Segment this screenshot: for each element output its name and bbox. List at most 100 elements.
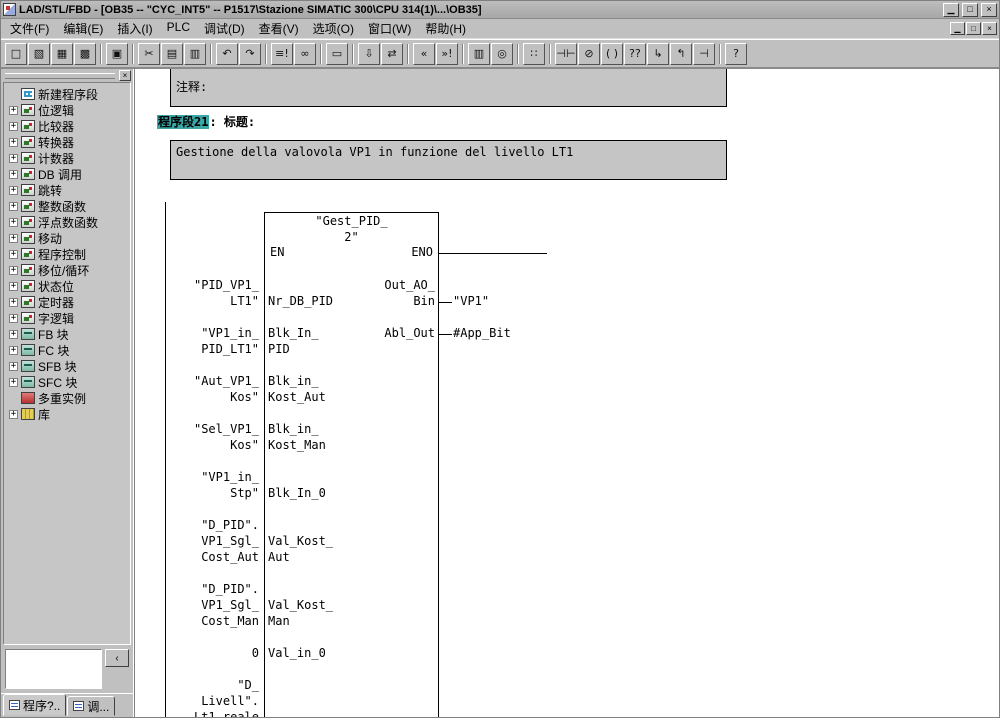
mdi-close-button[interactable]: × (982, 22, 997, 35)
catalog-item-comparator[interactable]: +比较器 (6, 118, 130, 134)
close-button[interactable]: × (981, 3, 997, 17)
expand-icon[interactable]: + (9, 330, 18, 339)
catalog-item-counter[interactable]: +计数器 (6, 150, 130, 166)
copy-button[interactable]: ▤ (161, 43, 183, 65)
mdi-minimize-button[interactable]: ▁ (950, 22, 965, 35)
save-button[interactable]: ▦ (51, 43, 73, 65)
insert-empty-box-button[interactable]: ?? (624, 43, 646, 65)
input-operand[interactable]: "PID_VP1_LT1" (165, 278, 259, 310)
open-branch-button[interactable]: ↳ (647, 43, 669, 65)
expand-icon[interactable]: + (9, 106, 18, 115)
catalog-item-multi-instance[interactable]: 多重实例 (6, 390, 130, 406)
output-operand[interactable]: "VP1" (453, 294, 489, 308)
input-operand[interactable]: "Sel_VP1_Kos" (165, 422, 259, 454)
tab-call-structure[interactable]: 调... (67, 696, 115, 716)
ob-comment-box[interactable]: 注释: (170, 69, 727, 107)
menu-编辑e[interactable]: 编辑(E) (56, 18, 110, 39)
expand-icon[interactable]: + (9, 250, 18, 259)
menu-文件f[interactable]: 文件(F) (3, 18, 56, 39)
menu-调试d[interactable]: 调试(D) (197, 18, 252, 39)
input-operand[interactable]: 0 (165, 646, 259, 662)
catalog-item-float-functions[interactable]: +浮点数函数 (6, 214, 130, 230)
redo-button[interactable]: ↷ (239, 43, 261, 65)
expand-icon[interactable]: + (9, 202, 18, 211)
expand-icon[interactable]: + (9, 138, 18, 147)
input-operand[interactable]: "D_PID".VP1_Sgl_Cost_Man (165, 582, 259, 630)
catalog-item-sfc-blocks[interactable]: +SFC 块 (6, 374, 130, 390)
input-operand[interactable]: "Aut_VP1_Kos" (165, 374, 259, 406)
print-button[interactable]: ▣ (106, 43, 128, 65)
maximize-button[interactable]: □ (962, 3, 978, 17)
zoom-button[interactable]: ◎ (491, 43, 513, 65)
overview-pane[interactable] (5, 649, 102, 689)
menu-窗口w[interactable]: 窗口(W) (361, 18, 418, 39)
catalog-item-move[interactable]: +移动 (6, 230, 130, 246)
input-operand[interactable]: "VP1_in_Stp" (165, 470, 259, 502)
expand-icon[interactable]: + (9, 282, 18, 291)
download-button[interactable]: ⇩ (358, 43, 380, 65)
input-operand[interactable]: "VP1_in_PID_LT1" (165, 326, 259, 358)
expand-icon[interactable]: + (9, 170, 18, 179)
catalog-item-jump[interactable]: +跳转 (6, 182, 130, 198)
monitor-button[interactable]: ⇄ (381, 43, 403, 65)
expand-icon[interactable]: + (9, 186, 18, 195)
menu-plc[interactable]: PLC (160, 18, 197, 39)
output-operand[interactable]: #App_Bit (453, 326, 511, 340)
mdi-restore-button[interactable]: □ (966, 22, 981, 35)
insert-contact-button[interactable]: ⊣⊢ (555, 43, 577, 65)
catalog-item-fb-blocks[interactable]: +FB 块 (6, 326, 130, 342)
fbd-editor[interactable]: 注释: 程序段21: 标题: Gestione della valovola V… (134, 69, 999, 717)
catalog-item-timers[interactable]: +定时器 (6, 294, 130, 310)
catalog-item-status-bits[interactable]: +状态位 (6, 278, 130, 294)
expand-icon[interactable]: + (9, 234, 18, 243)
menu-查看v[interactable]: 查看(V) (252, 18, 306, 39)
insert-contact-negated-button[interactable]: ⊘ (578, 43, 600, 65)
save-all-button[interactable]: ▩ (74, 43, 96, 65)
view-split-button[interactable]: ▥ (468, 43, 490, 65)
catalog-item-bit-logic[interactable]: +位逻辑 (6, 102, 130, 118)
undo-button[interactable]: ↶ (216, 43, 238, 65)
expand-icon[interactable]: + (9, 154, 18, 163)
address-overview-button[interactable]: ∷ (523, 43, 545, 65)
expand-icon[interactable]: + (9, 122, 18, 131)
tab-program-elements[interactable]: 程序?.. (3, 694, 66, 716)
catalog-item-shift-rotate[interactable]: +移位/循环 (6, 262, 130, 278)
paste-button[interactable]: ▥ (184, 43, 206, 65)
catalog-item-libraries[interactable]: +库 (6, 406, 130, 422)
new-button[interactable]: □ (5, 43, 27, 65)
input-operand[interactable]: "D_PID".VP1_Sgl_Cost_Aut (165, 518, 259, 566)
catalog-item-integer-functions[interactable]: +整数函数 (6, 198, 130, 214)
minimize-button[interactable]: ▁ (943, 3, 959, 17)
menu-选项o[interactable]: 选项(O) (306, 18, 361, 39)
catalog-item-program-control[interactable]: +程序控制 (6, 246, 130, 262)
expand-icon[interactable]: + (9, 266, 18, 275)
symbol-info-button[interactable]: ≡! (271, 43, 293, 65)
expand-icon[interactable]: + (9, 346, 18, 355)
overview-toggle-button[interactable]: ‹ (105, 649, 129, 667)
catalog-item-db-call[interactable]: +DB 调用 (6, 166, 130, 182)
insert-coil-button[interactable]: ( ) (601, 43, 623, 65)
go-previous-button[interactable]: « (413, 43, 435, 65)
expand-icon[interactable]: + (9, 410, 18, 419)
expand-icon[interactable]: + (9, 362, 18, 371)
catalog-item-new-network[interactable]: 新建程序段 (6, 86, 130, 102)
go-next-button[interactable]: »! (436, 43, 458, 65)
network-label[interactable]: 程序段21 (157, 115, 209, 129)
panel-close-icon[interactable]: × (119, 70, 131, 81)
close-branch-button[interactable]: ↰ (670, 43, 692, 65)
cut-button[interactable]: ✂ (138, 43, 160, 65)
catalog-item-fc-blocks[interactable]: +FC 块 (6, 342, 130, 358)
new-network-button[interactable]: ▭ (326, 43, 348, 65)
find-button[interactable]: ∞ (294, 43, 316, 65)
panel-dock-strip[interactable]: × (1, 69, 133, 82)
menu-帮助h[interactable]: 帮助(H) (418, 18, 473, 39)
open-button[interactable]: ▧ (28, 43, 50, 65)
insert-input-button[interactable]: ⊣ (693, 43, 715, 65)
catalog-item-sfb-blocks[interactable]: +SFB 块 (6, 358, 130, 374)
catalog-item-word-logic[interactable]: +字逻辑 (6, 310, 130, 326)
expand-icon[interactable]: + (9, 218, 18, 227)
expand-icon[interactable]: + (9, 298, 18, 307)
input-operand[interactable]: "D_Livell".Lt1 reale (165, 678, 259, 717)
drag-handle[interactable] (5, 73, 115, 79)
menu-插入i[interactable]: 插入(I) (110, 18, 159, 39)
